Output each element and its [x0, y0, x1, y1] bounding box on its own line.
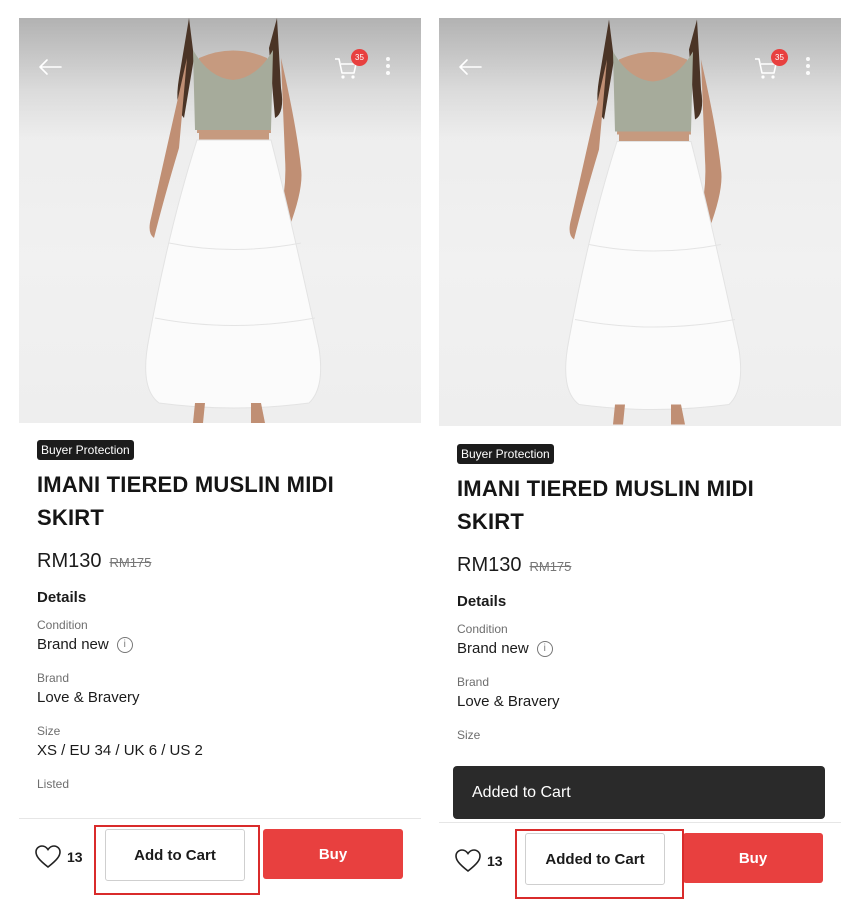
highlight-box: [515, 829, 684, 899]
original-price: RM175: [109, 555, 152, 570]
screen-before: 35 Buyer Protection IMANI TIERED MUSLIN …: [19, 18, 421, 898]
details-heading: Details: [37, 589, 87, 606]
brand-label: Brand: [37, 671, 70, 685]
arrow-left-icon: [39, 59, 62, 75]
product-info: Buyer Protection IMANI TIERED MUSLIN MID…: [37, 440, 403, 791]
buyer-protection-badge[interactable]: Buyer Protection: [457, 444, 554, 464]
cart-count-badge: 35: [771, 49, 788, 66]
added-to-cart-toast: Added to Cart: [453, 766, 825, 819]
heart-icon: [455, 849, 481, 873]
more-button[interactable]: [801, 54, 815, 82]
size-value: XS / EU 34 / UK 6 / US 2: [37, 742, 203, 759]
cart-button[interactable]: 35: [333, 49, 368, 82]
condition-text: Brand new: [457, 640, 529, 657]
more-button[interactable]: [381, 54, 395, 82]
buy-button[interactable]: Buy: [263, 829, 403, 879]
product-title-line1: IMANI TIERED MUSLIN MIDI: [37, 472, 334, 497]
product-info: Buyer Protection IMANI TIERED MUSLIN MID…: [457, 444, 823, 742]
product-title-line2: SKIRT: [457, 509, 524, 534]
like-count: 13: [67, 849, 83, 865]
product-title: IMANI TIERED MUSLIN MIDI SKIRT: [457, 472, 823, 538]
condition-label: Condition: [457, 622, 508, 636]
buyer-protection-badge[interactable]: Buyer Protection: [37, 440, 134, 460]
brand-label: Brand: [457, 675, 490, 689]
details-heading: Details: [457, 593, 507, 610]
more-vertical-icon: [801, 57, 815, 75]
cart-button[interactable]: 35: [753, 49, 788, 82]
price: RM130: [37, 550, 102, 572]
product-title-line1: IMANI TIERED MUSLIN MIDI: [457, 476, 754, 501]
heart-icon: [35, 845, 61, 869]
like-button[interactable]: 13: [455, 849, 503, 873]
price: RM130: [457, 554, 522, 576]
condition-label: Condition: [37, 618, 88, 632]
back-button[interactable]: [35, 52, 65, 82]
info-icon[interactable]: i: [116, 636, 133, 653]
like-button[interactable]: 13: [35, 845, 83, 869]
original-price: RM175: [529, 559, 572, 574]
size-label: Size: [457, 728, 481, 742]
buy-button[interactable]: Buy: [683, 833, 823, 883]
condition-text: Brand new: [37, 636, 109, 653]
condition-value: Brand new i: [457, 640, 823, 657]
size-label: Size: [37, 724, 61, 738]
price-row: RM130 RM175: [37, 550, 403, 573]
arrow-left-icon: [459, 59, 482, 75]
info-icon[interactable]: i: [536, 640, 553, 657]
product-title: IMANI TIERED MUSLIN MIDI SKIRT: [37, 468, 403, 534]
back-button[interactable]: [455, 52, 485, 82]
condition-value: Brand new i: [37, 636, 403, 653]
screen-after: 35 Buyer Protection IMANI TIERED MUSLIN …: [439, 18, 841, 902]
highlight-box: [94, 825, 260, 895]
product-title-line2: SKIRT: [37, 505, 104, 530]
brand-value[interactable]: Love & Bravery: [37, 689, 403, 706]
brand-value[interactable]: Love & Bravery: [457, 693, 823, 710]
price-row: RM130 RM175: [457, 554, 823, 577]
cart-count-badge: 35: [351, 49, 368, 66]
like-count: 13: [487, 853, 503, 869]
listed-label: Listed: [37, 777, 70, 791]
more-vertical-icon: [381, 57, 395, 75]
